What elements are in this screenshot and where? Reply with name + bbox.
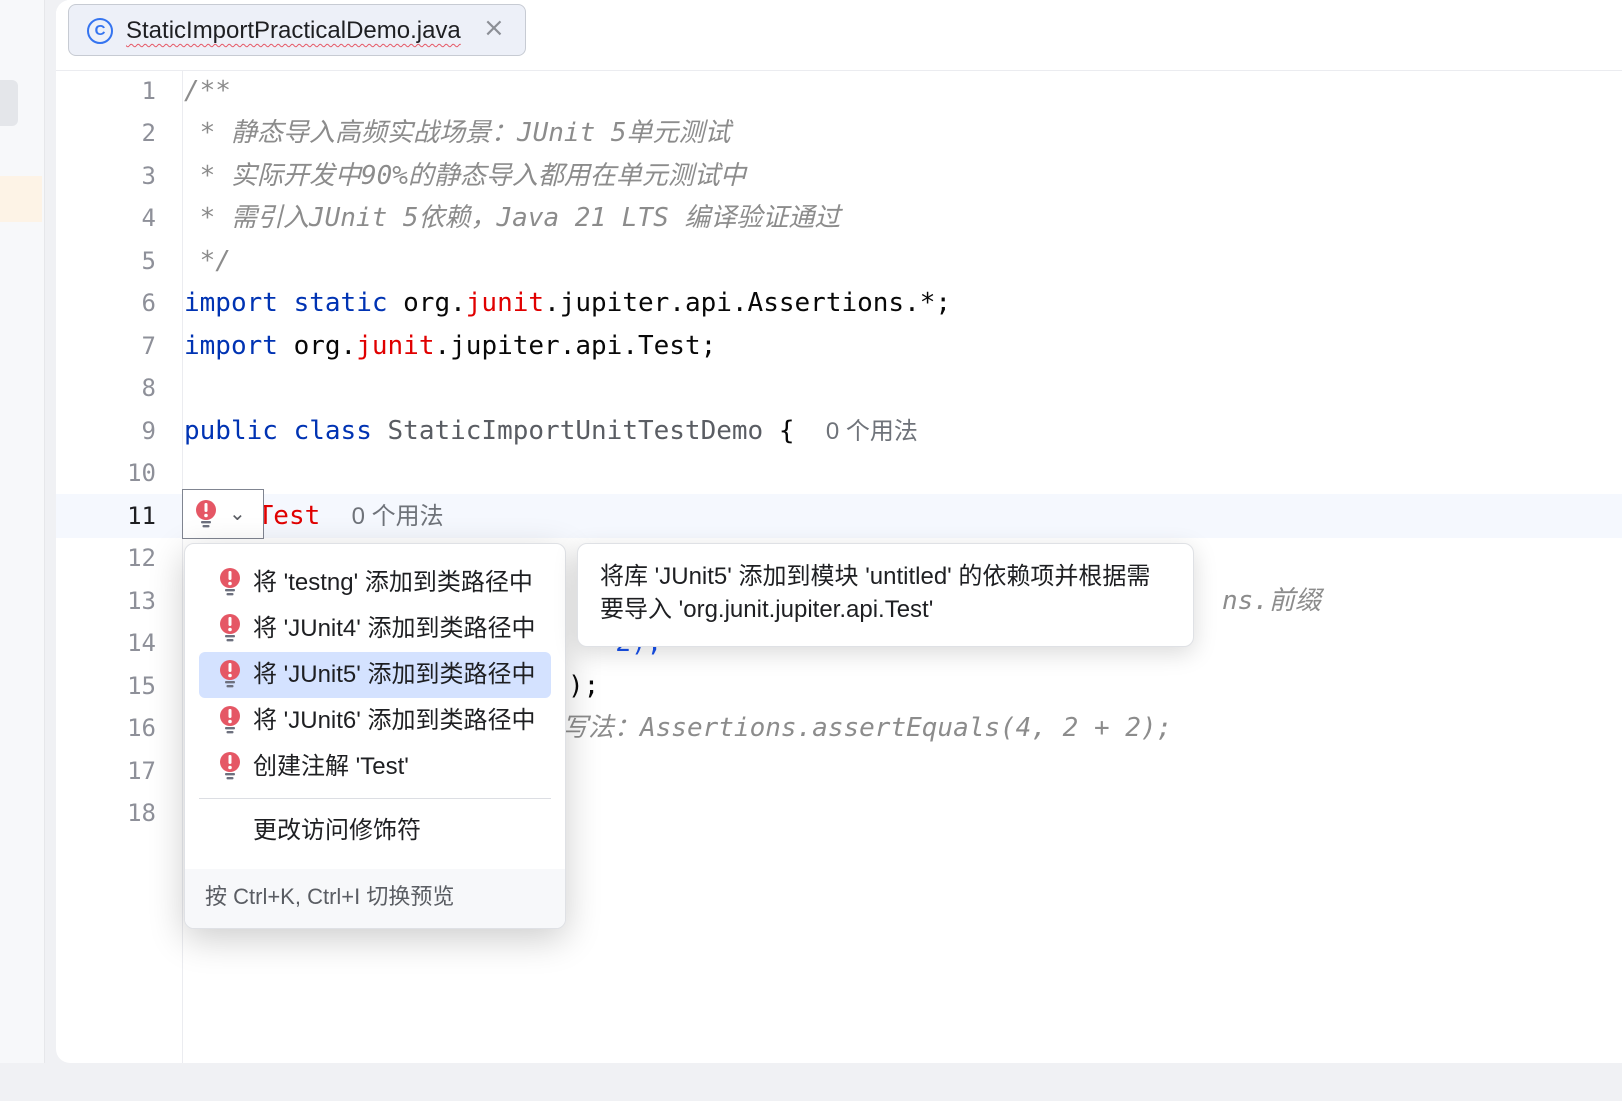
intention-description-tooltip: 将库 'JUnit5' 添加到模块 'untitled' 的依赖项并根据需 要导… <box>577 543 1194 647</box>
intention-item-create-annotation[interactable]: 创建注解 'Test' <box>199 744 551 790</box>
line-number-current: 11 <box>127 502 156 530</box>
tool-strip-highlight <box>0 176 42 222</box>
intention-item-label: 将 'JUnit4' 添加到类路径中 <box>253 615 536 642</box>
popup-footer: 按 Ctrl+K, Ctrl+I 切换预览 <box>185 869 565 928</box>
line-number: 7 <box>141 332 156 360</box>
error-bulb-icon <box>220 614 240 642</box>
keyword: import <box>184 331 278 361</box>
intention-item-label: 更改访问修饰符 <box>253 817 421 844</box>
usage-hint[interactable]: 0 个用法 <box>352 503 444 530</box>
code-text: org. <box>293 331 357 361</box>
tab-filename: StaticImportPracticalDemo.java <box>126 17 461 44</box>
chevron-down-icon[interactable]: ⌄ <box>229 502 246 524</box>
intention-item-label: 创建注解 'Test' <box>253 753 409 780</box>
code-line-9: public class StaticImportUnitTestDemo { … <box>184 416 918 447</box>
preview-shortcut-hint: 按 Ctrl+K, Ctrl+I 切换预览 <box>205 884 455 909</box>
line-number: 12 <box>127 544 156 572</box>
intention-item-junit5[interactable]: 将 'JUnit5' 添加到类路径中 <box>199 652 551 698</box>
popup-separator <box>199 798 551 799</box>
error-bulb-icon <box>220 706 240 734</box>
code-text: org. <box>403 288 466 318</box>
class-name: StaticImportUnitTestDemo <box>387 416 764 446</box>
code-line-2: * 静态导入高频实战场景：JUnit 5单元测试 <box>184 118 731 148</box>
line-number: 18 <box>127 799 156 827</box>
line-number: 15 <box>127 672 156 700</box>
keyword: class <box>293 416 372 446</box>
line-number: 6 <box>141 289 156 317</box>
unresolved-reference[interactable]: junit <box>466 288 544 318</box>
code-line-5: */ <box>184 246 231 276</box>
code-line-4: * 需引入JUnit 5依赖，Java 21 LTS 编译验证通过 <box>184 203 841 233</box>
project-tool-strip <box>0 0 45 1063</box>
line-number: 3 <box>141 162 156 190</box>
code-line-1: /** <box>184 76 231 106</box>
tooltip-line: 要导入 'org.junit.jupiter.api.Test' <box>600 596 934 623</box>
line-number: 4 <box>141 204 156 232</box>
line-number: 13 <box>127 587 156 615</box>
editor-tab-bar: C StaticImportPracticalDemo.java × <box>56 0 1622 71</box>
close-icon[interactable]: × <box>483 13 505 43</box>
gutter-divider <box>182 70 183 1063</box>
intention-item-label: 将 'JUnit6' 添加到类路径中 <box>253 707 536 734</box>
intention-item-label: 将 'testng' 添加到类路径中 <box>253 569 533 596</box>
line-number: 10 <box>127 459 156 487</box>
code-line-6: import static org.junit.jupiter.api.Asse… <box>184 288 951 318</box>
line-number: 14 <box>127 629 156 657</box>
keyword: public <box>184 416 278 446</box>
keyword: static <box>293 288 388 318</box>
error-bulb-icon <box>220 660 240 688</box>
usage-hint[interactable]: 0 个用法 <box>826 418 918 445</box>
intention-actions-popup: 将 'testng' 添加到类路径中 将 'JUnit4' 添加到类路径中 将 … <box>184 543 566 929</box>
intention-item-junit4[interactable]: 将 'JUnit4' 添加到类路径中 <box>199 606 551 652</box>
editor-tab[interactable]: C StaticImportPracticalDemo.java × <box>68 4 526 56</box>
intention-item-change-modifier[interactable]: 更改访问修饰符 <box>199 808 551 854</box>
line-number: 17 <box>127 757 156 785</box>
tool-strip-handle[interactable] <box>0 80 18 126</box>
intention-bulb-button[interactable]: ⌄ <box>182 489 264 539</box>
code-line-11: @Test 0 个用法 <box>242 501 444 532</box>
error-bulb-icon <box>220 752 240 780</box>
line-number: 2 <box>141 119 156 147</box>
unresolved-reference[interactable]: junit <box>356 331 434 361</box>
intention-item-testng[interactable]: 将 'testng' 添加到类路径中 <box>199 560 551 606</box>
error-bulb-icon <box>196 500 216 528</box>
code-line-13-tail: ns.前缀 <box>1222 586 1321 616</box>
line-number: 16 <box>127 714 156 742</box>
line-number: 8 <box>141 374 156 402</box>
intention-item-label: 将 'JUnit5' 添加到类路径中 <box>253 661 536 688</box>
line-number: 9 <box>141 417 156 445</box>
code-line-16-tail: 写法：Assertions.assertEquals(4, 2 + 2); <box>562 713 1173 743</box>
code-text: .jupiter.api.Assertions.*; <box>544 288 952 318</box>
line-number: 5 <box>141 247 156 275</box>
code-line-15-tail: ); <box>568 671 600 701</box>
brace: { <box>778 416 795 446</box>
intention-item-junit6[interactable]: 将 'JUnit6' 添加到类路径中 <box>199 698 551 744</box>
error-bulb-icon <box>220 568 240 596</box>
class-c-icon: C <box>87 18 113 44</box>
line-number: 1 <box>141 77 156 105</box>
keyword: import <box>184 288 278 318</box>
tooltip-line: 将库 'JUnit5' 添加到模块 'untitled' 的依赖项并根据需 <box>600 563 1151 590</box>
code-line-3: * 实际开发中90%的静态导入都用在单元测试中 <box>184 161 746 191</box>
unresolved-annotation[interactable]: Test <box>258 501 321 531</box>
code-line-7: import org.junit.jupiter.api.Test; <box>184 331 716 361</box>
code-text: .jupiter.api.Test; <box>434 331 717 361</box>
